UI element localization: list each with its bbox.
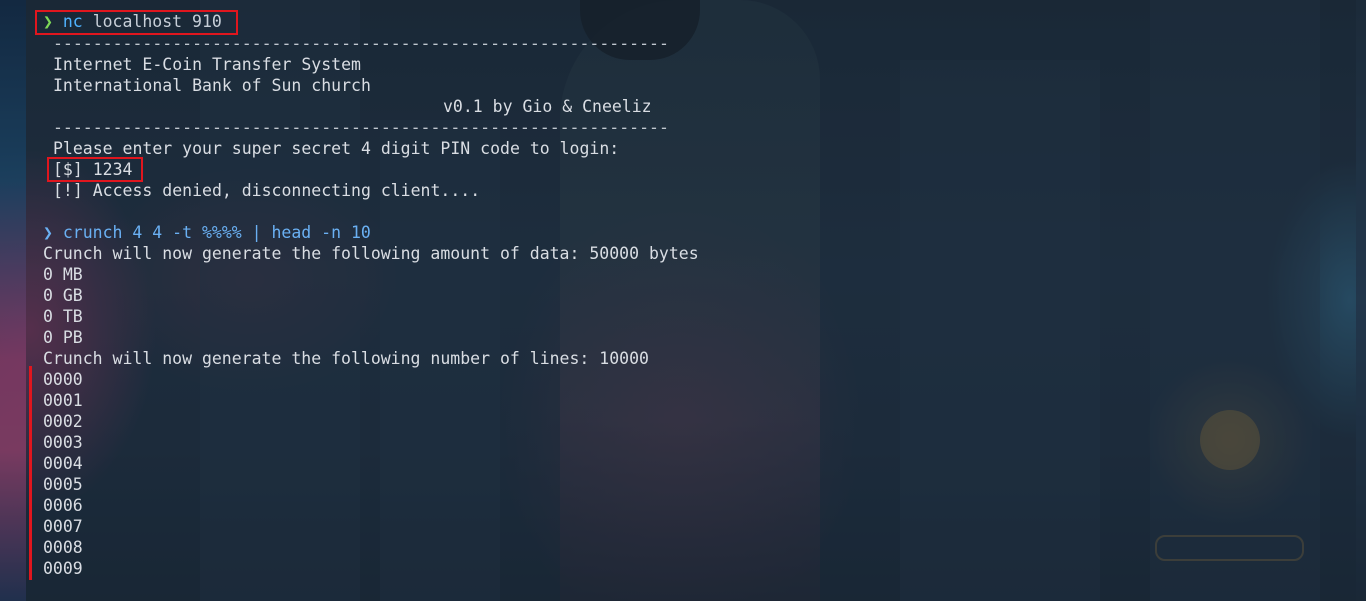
output-line: 0009 — [43, 559, 83, 578]
output-line: 0001 — [43, 391, 83, 410]
output-line: 0004 — [43, 454, 83, 473]
crunch-lines-count: Crunch will now generate the following n… — [43, 349, 649, 368]
banner-separator-top: ----------------------------------------… — [53, 34, 669, 53]
size-line: 0 PB — [43, 328, 83, 347]
size-line: 0 GB — [43, 286, 83, 305]
output-line: 0000 — [43, 370, 83, 389]
command-text: crunch 4 4 -t %%%% | head -n 10 — [62, 223, 371, 242]
output-line: 0006 — [43, 496, 83, 515]
highlight-box-pin — [47, 157, 143, 182]
crunch-command-line: ❯ crunch 4 4 -t %%%% | head -n 10 — [43, 222, 371, 243]
prompt-arrow-icon: ❯ — [43, 223, 53, 242]
size-line: 0 MB — [43, 265, 83, 284]
banner-separator-bottom: ----------------------------------------… — [53, 118, 669, 137]
banner-subtitle: International Bank of Sun church — [53, 76, 371, 95]
terminal-window: ❯ nc localhost 910 ---------------------… — [0, 0, 1366, 601]
pin-prompt: Please enter your super secret 4 digit P… — [53, 139, 620, 158]
crunch-data-amount: Crunch will now generate the following a… — [43, 244, 699, 263]
banner-title: Internet E-Coin Transfer System — [53, 55, 361, 74]
highlight-bar-output — [29, 366, 32, 580]
access-denied-message: [!] Access denied, disconnecting client.… — [53, 181, 481, 200]
output-line: 0003 — [43, 433, 83, 452]
banner-version: v0.1 by Gio & Cneeliz — [443, 97, 652, 116]
size-line: 0 TB — [43, 307, 83, 326]
output-line: 0007 — [43, 517, 83, 536]
output-line: 0002 — [43, 412, 83, 431]
output-line: 0005 — [43, 475, 83, 494]
output-line: 0008 — [43, 538, 83, 557]
highlight-box-command — [35, 10, 238, 35]
